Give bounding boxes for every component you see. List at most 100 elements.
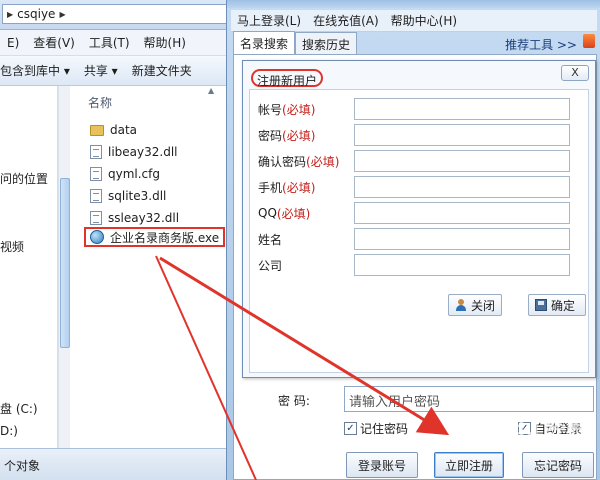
chevron-right-icon: ▶: [59, 9, 66, 19]
button-label: 关闭: [471, 298, 496, 313]
chevron-right-icon: ▶: [7, 9, 14, 19]
field-label: 确认密码: [258, 154, 307, 169]
form-row-confirm-password: 确认密码 (必填): [258, 150, 339, 172]
menu-help[interactable]: 帮助(H): [137, 34, 193, 51]
form-row-account: 帐号 (必填): [258, 98, 315, 120]
navigation-pane: 问的位置 视频 盘 (C:) D:): [0, 86, 58, 448]
nav-item-recent-places[interactable]: 问的位置: [0, 170, 48, 187]
scrollbar-thumb[interactable]: [60, 178, 70, 348]
field-label: 姓名: [258, 232, 283, 247]
login-account-button[interactable]: 登录账号: [346, 452, 418, 478]
forgot-password-button[interactable]: 忘记密码: [522, 452, 594, 478]
file-name: qyml.cfg: [108, 167, 160, 181]
name-input[interactable]: [354, 228, 570, 250]
nav-item-drive-d[interactable]: D:): [0, 424, 18, 438]
app-menubar: 马上登录(L) 在线充值(A) 帮助中心(H): [231, 10, 597, 32]
file-item-libeay32[interactable]: libeay32.dll: [90, 142, 178, 162]
field-label: 密码: [258, 128, 283, 143]
explorer-command-bar: 包含到库中 ▾ 共享 ▾ 新建文件夹: [0, 56, 232, 86]
button-label: 确定: [551, 298, 576, 313]
form-row-qq: QQ (必填): [258, 202, 310, 224]
dialog-confirm-button[interactable]: 确定: [528, 294, 586, 316]
file-name: libeay32.dll: [108, 145, 178, 159]
menu-tools[interactable]: 工具(T): [82, 34, 137, 51]
required-mark: (必填): [282, 180, 316, 195]
menu-online-recharge[interactable]: 在线充值(A): [307, 12, 385, 29]
tab-search-history[interactable]: 搜索历史: [295, 32, 358, 54]
app-title-bar: [227, 0, 600, 8]
share-button[interactable]: 共享 ▾: [84, 62, 118, 79]
password-label: 密 码:: [278, 394, 310, 408]
form-row-password: 密码 (必填): [258, 124, 315, 146]
required-mark: (必填): [276, 206, 311, 221]
password-input[interactable]: [354, 124, 570, 146]
menu-view[interactable]: 查看(V): [26, 34, 82, 51]
login-password-input[interactable]: 请输入用户密码: [344, 386, 594, 412]
navigation-scrollbar[interactable]: [58, 86, 70, 448]
recommended-tools-link[interactable]: 推荐工具 >>: [505, 36, 577, 53]
file-name: sqlite3.dll: [108, 189, 167, 203]
qq-input[interactable]: [354, 202, 570, 224]
include-in-library-button[interactable]: 包含到库中 ▾: [0, 62, 70, 79]
chevron-up-icon: ▲: [208, 86, 215, 95]
register-dialog: 注册新用户 X 帐号 (必填) 密码 (必填) 确认密码 (必填) 手机 (必填) QQ…: [242, 60, 596, 378]
file-item-sqlite3[interactable]: sqlite3.dll: [90, 186, 166, 206]
dll-file-icon: [90, 211, 102, 225]
confirm-password-input[interactable]: [354, 150, 570, 172]
account-input[interactable]: [354, 98, 570, 120]
field-label: QQ: [258, 206, 277, 220]
file-explorer-window: ▶ csqiye ▶ E) 查看(V) 工具(T) 帮助(H) 包含到库中 ▾ …: [0, 0, 232, 480]
explorer-status-bar: 个对象: [0, 448, 232, 480]
nav-item-drive-c[interactable]: 盘 (C:): [0, 400, 38, 417]
required-mark: (必填): [282, 128, 316, 143]
checkbox-label: 记住密码: [360, 421, 409, 436]
dll-file-icon: [90, 145, 102, 159]
exe-app-icon: [90, 230, 104, 244]
menu-help-center[interactable]: 帮助中心(H): [385, 12, 463, 29]
file-item-qiye-exe[interactable]: 企业名录商务版.exe: [84, 227, 226, 247]
file-item-ssleay32[interactable]: ssleay32.dll: [90, 208, 179, 228]
nav-item-videos[interactable]: 视频: [0, 238, 24, 255]
app-logo-icon[interactable]: [583, 34, 595, 48]
dll-file-icon: [90, 189, 102, 203]
file-item-qyml-cfg[interactable]: qyml.cfg: [90, 164, 160, 184]
file-list-pane: ▲ 名称 data libeay32.dll qyml.cfg sqlite3.…: [72, 86, 232, 448]
required-mark: (必填): [282, 102, 316, 117]
item-count-status: 个对象: [4, 459, 41, 473]
file-name: ssleay32.dll: [108, 211, 180, 225]
checkbox-label: 自动登录: [534, 421, 583, 436]
auto-login-checkbox[interactable]: ✓ 自动登录: [518, 420, 582, 436]
cfg-file-icon: [90, 167, 102, 181]
form-row-name: 姓名: [258, 228, 282, 250]
company-input[interactable]: [354, 254, 570, 276]
explorer-menubar: E) 查看(V) 工具(T) 帮助(H): [0, 30, 232, 56]
folder-icon: [90, 124, 104, 136]
file-item-data[interactable]: data: [90, 120, 137, 140]
menu-edit[interactable]: E): [0, 36, 26, 50]
register-form: 帐号 (必填) 密码 (必填) 确认密码 (必填) 手机 (必填) QQ (必填) 姓名 …: [249, 89, 589, 373]
file-name: 企业名录商务版.exe: [110, 230, 220, 245]
register-now-button[interactable]: 立即注册: [434, 452, 504, 478]
form-row-company: 公司: [258, 254, 282, 276]
required-mark: (必填): [306, 154, 340, 169]
checkbox-box[interactable]: ✓: [344, 421, 357, 435]
field-label: 帐号: [258, 102, 283, 117]
user-icon: [455, 299, 467, 311]
mobile-input[interactable]: [354, 176, 570, 198]
address-field[interactable]: ▶ csqiye ▶: [2, 4, 228, 24]
remember-password-checkbox[interactable]: ✓ 记住密码: [344, 420, 408, 436]
form-row-mobile: 手机 (必填): [258, 176, 315, 198]
column-header-name[interactable]: 名称: [88, 94, 112, 111]
field-label: 手机: [258, 180, 283, 195]
breadcrumb-current-folder[interactable]: csqiye: [17, 7, 55, 21]
menu-login-now[interactable]: 马上登录(L): [231, 12, 307, 29]
new-folder-button[interactable]: 新建文件夹: [132, 62, 192, 79]
app-tab-strip: 名录搜索 搜索历史 推荐工具 >>: [233, 31, 597, 54]
tab-directory-search[interactable]: 名录搜索: [233, 31, 296, 54]
checkbox-box[interactable]: ✓: [518, 421, 531, 435]
save-icon: [535, 299, 547, 311]
dialog-close-button[interactable]: 关闭: [448, 294, 503, 316]
address-bar: ▶ csqiye ▶: [0, 0, 232, 30]
file-name: data: [110, 123, 138, 137]
close-icon[interactable]: X: [561, 65, 589, 81]
